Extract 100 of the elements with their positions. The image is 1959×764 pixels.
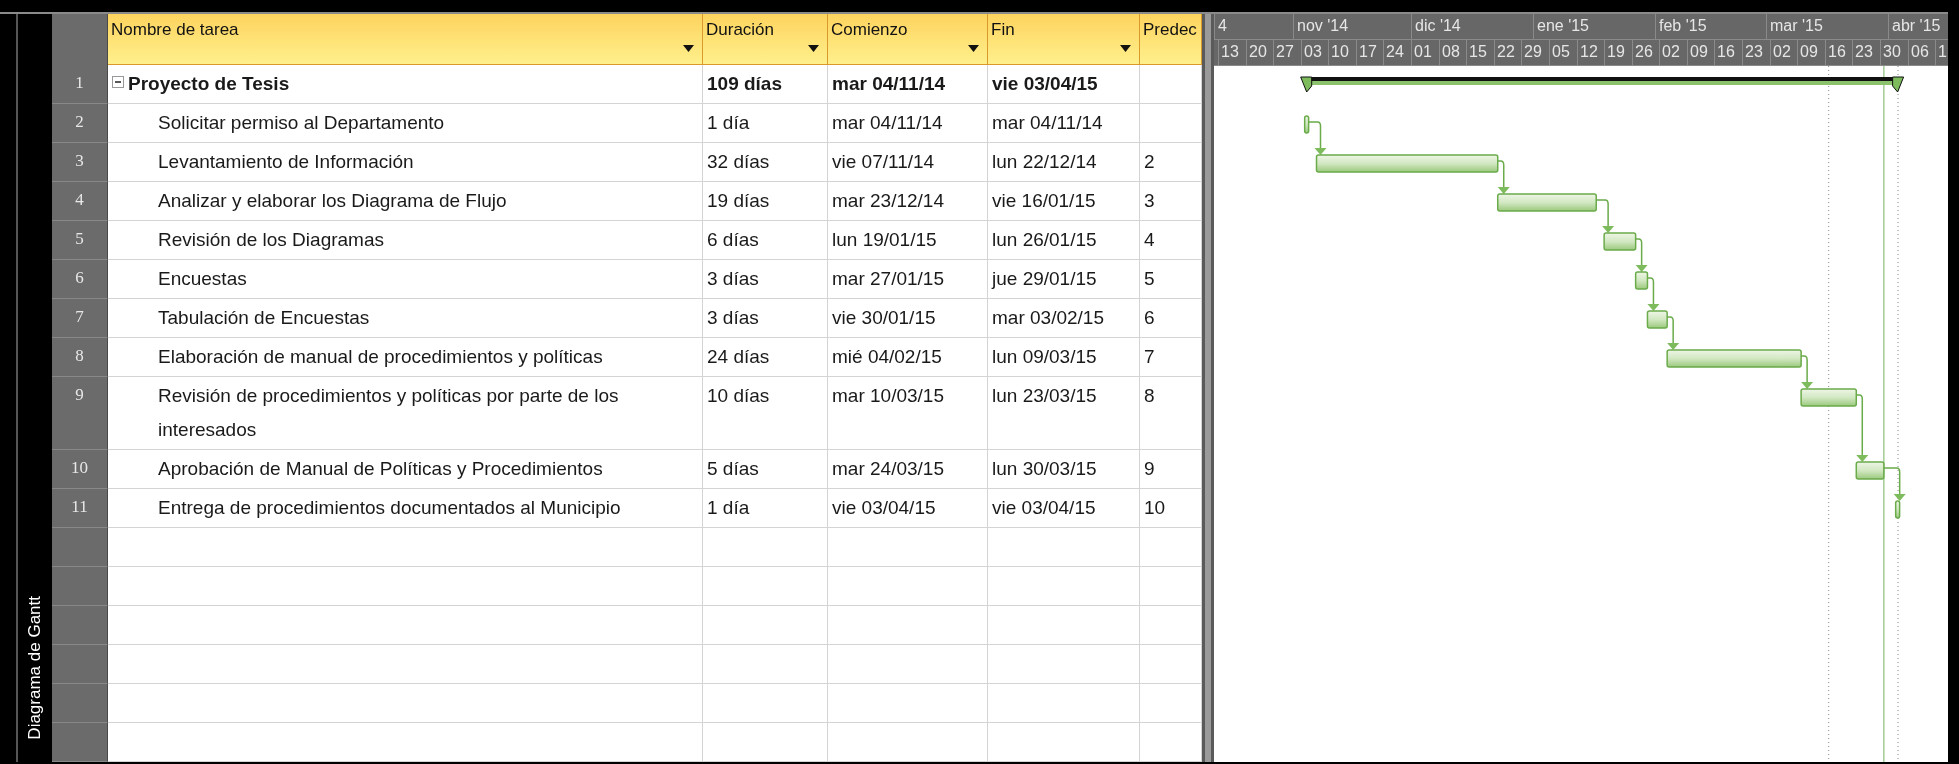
week-label: 27: [1273, 40, 1301, 65]
start-date-cell: mié 04/02/15: [828, 338, 988, 377]
row-header[interactable]: [52, 645, 108, 684]
week-label: 16: [1714, 40, 1742, 65]
week-label: 26: [1632, 40, 1659, 65]
finish-date-cell: lun 30/03/15: [988, 450, 1140, 489]
task-bar: [1800, 388, 1858, 407]
duration-cell: 1 día: [703, 104, 828, 143]
task-bar: [1894, 500, 1901, 519]
row-number[interactable]: 2: [52, 104, 108, 143]
week-label: 08: [1439, 40, 1466, 65]
column-header[interactable]: Fin: [988, 14, 1140, 65]
month-label: dic '14: [1411, 14, 1533, 39]
column-header[interactable]: Duración: [703, 14, 828, 65]
finish-date-cell: lun 09/03/15: [988, 338, 1140, 377]
column-header[interactable]: Nombre de tarea: [108, 14, 703, 65]
task-name: Levantamiento de Información: [158, 150, 414, 174]
task-name: Revisión de procedimientos y políticas por parte de los interesados: [158, 384, 620, 442]
month-label: feb '15: [1655, 14, 1766, 39]
duration-cell: 24 días: [703, 338, 828, 377]
finish-date-cell: lun 26/01/15: [988, 221, 1140, 260]
link-arrow: [1800, 355, 1814, 389]
month-label: abr '15: [1888, 14, 1948, 39]
row-number[interactable]: 4: [52, 182, 108, 221]
row-number[interactable]: 3: [52, 143, 108, 182]
task-name: Aprobación de Manual de Políticas y Procedimientos: [158, 457, 603, 481]
dropdown-arrow-icon[interactable]: [808, 45, 819, 52]
row-number[interactable]: 9: [52, 377, 108, 450]
select-all-corner[interactable]: [52, 14, 108, 65]
task-name: Entrega de procedimientos documentados al Municipio: [158, 496, 621, 520]
row-header[interactable]: [52, 528, 108, 567]
duration-cell: 32 días: [703, 143, 828, 182]
week-label: 24: [1383, 40, 1411, 65]
row-header[interactable]: [52, 567, 108, 606]
link-arrow: [1634, 238, 1648, 272]
row-header[interactable]: [52, 606, 108, 645]
task-name: Elaboración de manual de procedimientos y políticas: [158, 345, 603, 369]
finish-date-cell: mar 04/11/14: [988, 104, 1140, 143]
task-name: Solicitar permiso al Departamento: [158, 111, 445, 135]
start-date-cell: mar 04/11/14: [828, 104, 988, 143]
week-label: 05: [1549, 40, 1577, 65]
row-number[interactable]: 5: [52, 221, 108, 260]
dropdown-arrow-icon[interactable]: [968, 45, 979, 52]
link-arrow: [1666, 316, 1680, 350]
duration-cell: 6 días: [703, 221, 828, 260]
link-arrow: [1307, 121, 1327, 155]
week-label: 23: [1742, 40, 1770, 65]
start-date-cell: mar 23/12/14: [828, 182, 988, 221]
week-label: 02: [1770, 40, 1797, 65]
row-number[interactable]: 10: [52, 450, 108, 489]
row-number[interactable]: 7: [52, 299, 108, 338]
link-arrow: [1855, 394, 1869, 462]
start-date-cell: mar 24/03/15: [828, 450, 988, 489]
week-label: 01: [1411, 40, 1439, 65]
link-arrow: [1595, 199, 1615, 233]
row-number[interactable]: 11: [52, 489, 108, 528]
finish-date-cell: mar 03/02/15: [988, 299, 1140, 338]
week-label: 23: [1852, 40, 1880, 65]
start-date-cell: lun 19/01/15: [828, 221, 988, 260]
row-header[interactable]: [52, 723, 108, 762]
week-label: 09: [1797, 40, 1825, 65]
week-label: 10: [1328, 40, 1356, 65]
task-bar: [1855, 461, 1885, 480]
task-bar: [1303, 115, 1310, 134]
dropdown-arrow-icon[interactable]: [1120, 45, 1131, 52]
link-arrow: [1497, 160, 1510, 194]
week-label: 09: [1687, 40, 1714, 65]
finish-date-cell: lun 23/03/15: [988, 377, 1140, 450]
duration-cell: 1 día: [703, 489, 828, 528]
dropdown-arrow-icon[interactable]: [683, 45, 694, 52]
collapse-icon[interactable]: [112, 76, 124, 88]
start-date-cell: vie 03/04/15: [828, 489, 988, 528]
month-label: ene '15: [1533, 14, 1655, 39]
task-bar: [1646, 310, 1668, 329]
duration-cell: 3 días: [703, 260, 828, 299]
week-label: 03: [1301, 40, 1328, 65]
row-number[interactable]: 6: [52, 260, 108, 299]
link-arrow: [1646, 277, 1660, 311]
task-bar: [1634, 271, 1649, 290]
column-header[interactable]: Comienzo: [828, 14, 988, 65]
week-label: 02: [1659, 40, 1687, 65]
finish-date-cell: vie 03/04/15: [988, 489, 1140, 528]
task-name: Encuestas: [158, 267, 247, 291]
week-label: 15: [1466, 40, 1494, 65]
row-number[interactable]: 1: [52, 65, 108, 104]
duration-cell: 19 días: [703, 182, 828, 221]
column-header[interactable]: Predec: [1140, 14, 1202, 65]
week-label: 22: [1494, 40, 1521, 65]
week-label: 13: [1218, 40, 1246, 65]
row-number[interactable]: 8: [52, 338, 108, 377]
view-label: Diagrama de Gantt: [25, 596, 45, 740]
start-date-cell: vie 30/01/15: [828, 299, 988, 338]
week-label: 20: [1246, 40, 1273, 65]
task-name: Revisión de los Diagramas: [158, 228, 384, 252]
row-header[interactable]: [52, 684, 108, 723]
week-label: 19: [1604, 40, 1632, 65]
pane-splitter[interactable]: [1202, 14, 1214, 762]
week-label: 30: [1880, 40, 1908, 65]
link-arrow: [1883, 467, 1906, 501]
month-label: 4: [1214, 14, 1293, 39]
